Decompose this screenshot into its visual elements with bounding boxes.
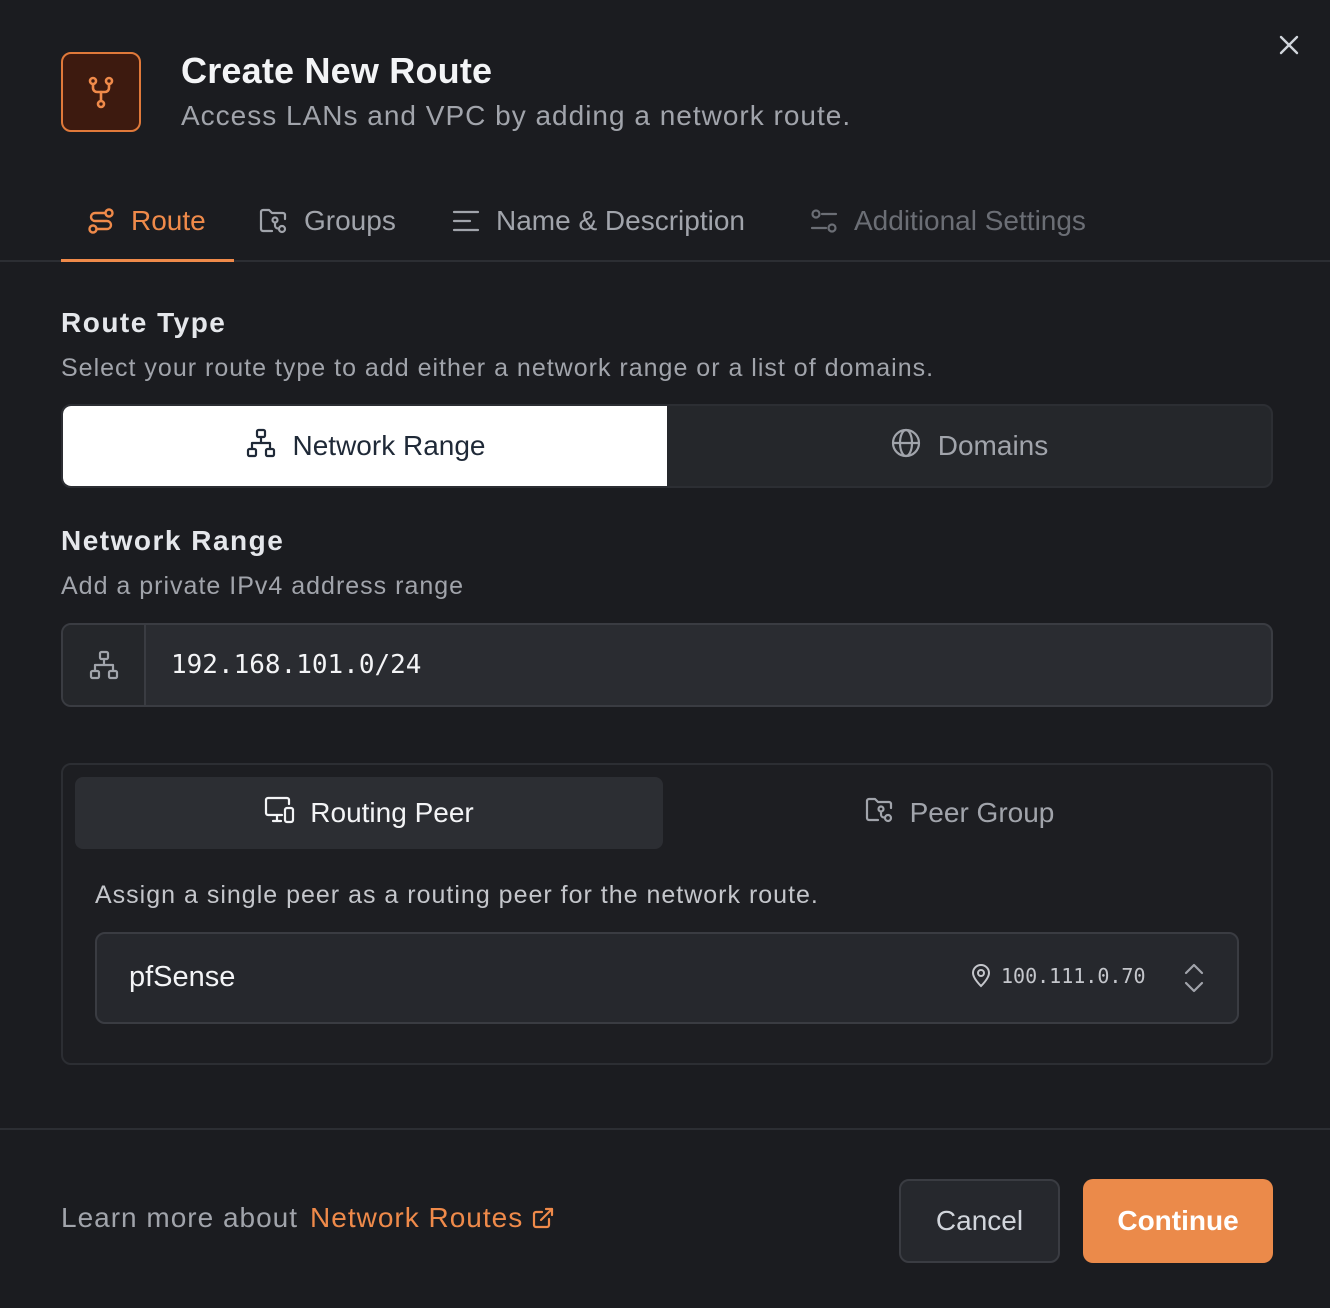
routing-peer-select[interactable]: pfSense 100.111.0.70 [95,932,1239,1024]
network-range-input[interactable] [171,625,1251,705]
network-range-title: Network Range [61,525,285,556]
network-range-description: Add a private IPv4 address range [61,572,465,600]
tab-route-label: Route [131,205,206,236]
continue-button[interactable]: Continue [1083,1179,1273,1263]
external-link-icon [533,1207,554,1229]
tab-additional-label: Additional Settings [854,205,1086,236]
cancel-button[interactable]: Cancel [899,1179,1060,1263]
chevron-updown-icon [1183,962,1205,999]
active-tab-indicator [61,259,234,262]
route-type-domains[interactable]: Domains [667,406,1271,486]
routing-peer-description: Assign a single peer as a routing peer f… [95,881,819,909]
tab-routing-peer[interactable]: Routing Peer [75,777,663,849]
routing-peer-label: Routing Peer [310,797,474,828]
tab-route[interactable]: Route [85,180,206,262]
route-fork-icon [61,52,141,132]
network-icon [245,427,277,466]
tab-peer-group[interactable]: Peer Group [665,777,1253,849]
settings-sliders-icon [808,205,840,237]
domains-option-label: Domains [937,430,1049,461]
selected-peer-ip: 100.111.0.70 [1001,964,1146,988]
selected-peer-name: pfSense [129,961,236,993]
tab-groups-label: Groups [304,205,396,236]
network-range-input-group [61,623,1273,707]
routing-peer-card: Routing Peer Peer Group Assign a single … [61,763,1273,1065]
page-title: Create New Route [181,50,493,91]
create-route-modal: Create New Route Access LANs and VPC by … [0,0,1330,1308]
route-type-description: Select your route type to add either a n… [61,354,935,382]
step-tabs: Route Groups Name & Description Addition… [0,180,1330,262]
folder-group-icon [864,795,896,832]
route-type-network-range[interactable]: Network Range [63,406,667,486]
learn-more-prefix: Learn more about [61,1202,299,1233]
route-type-title: Route Type [61,307,227,338]
tab-groups[interactable]: Groups [258,180,396,262]
learn-more: Learn more about Network Routes [61,1202,555,1234]
page-subtitle: Access LANs and VPC by adding a network … [181,100,852,131]
globe-icon [890,427,922,466]
location-pin-icon [971,964,991,988]
network-routes-link-label: Network Routes [310,1202,524,1233]
tab-name-label: Name & Description [496,205,745,236]
tab-additional-settings[interactable]: Additional Settings [808,180,1086,262]
folder-group-icon [258,205,290,237]
footer-divider [0,1128,1330,1130]
close-icon [1279,35,1299,55]
device-icon [264,795,296,832]
tab-name-description[interactable]: Name & Description [450,180,745,262]
selected-peer-ip-wrap: 100.111.0.70 [971,964,1146,988]
text-lines-icon [450,205,482,237]
network-routes-link[interactable]: Network Routes [310,1202,555,1234]
route-icon [85,205,117,237]
network-icon [63,625,146,705]
peer-group-label: Peer Group [909,797,1055,828]
close-button[interactable] [1272,28,1306,62]
route-type-selector: Network Range Domains [61,404,1273,488]
network-range-option-label: Network Range [292,430,486,461]
